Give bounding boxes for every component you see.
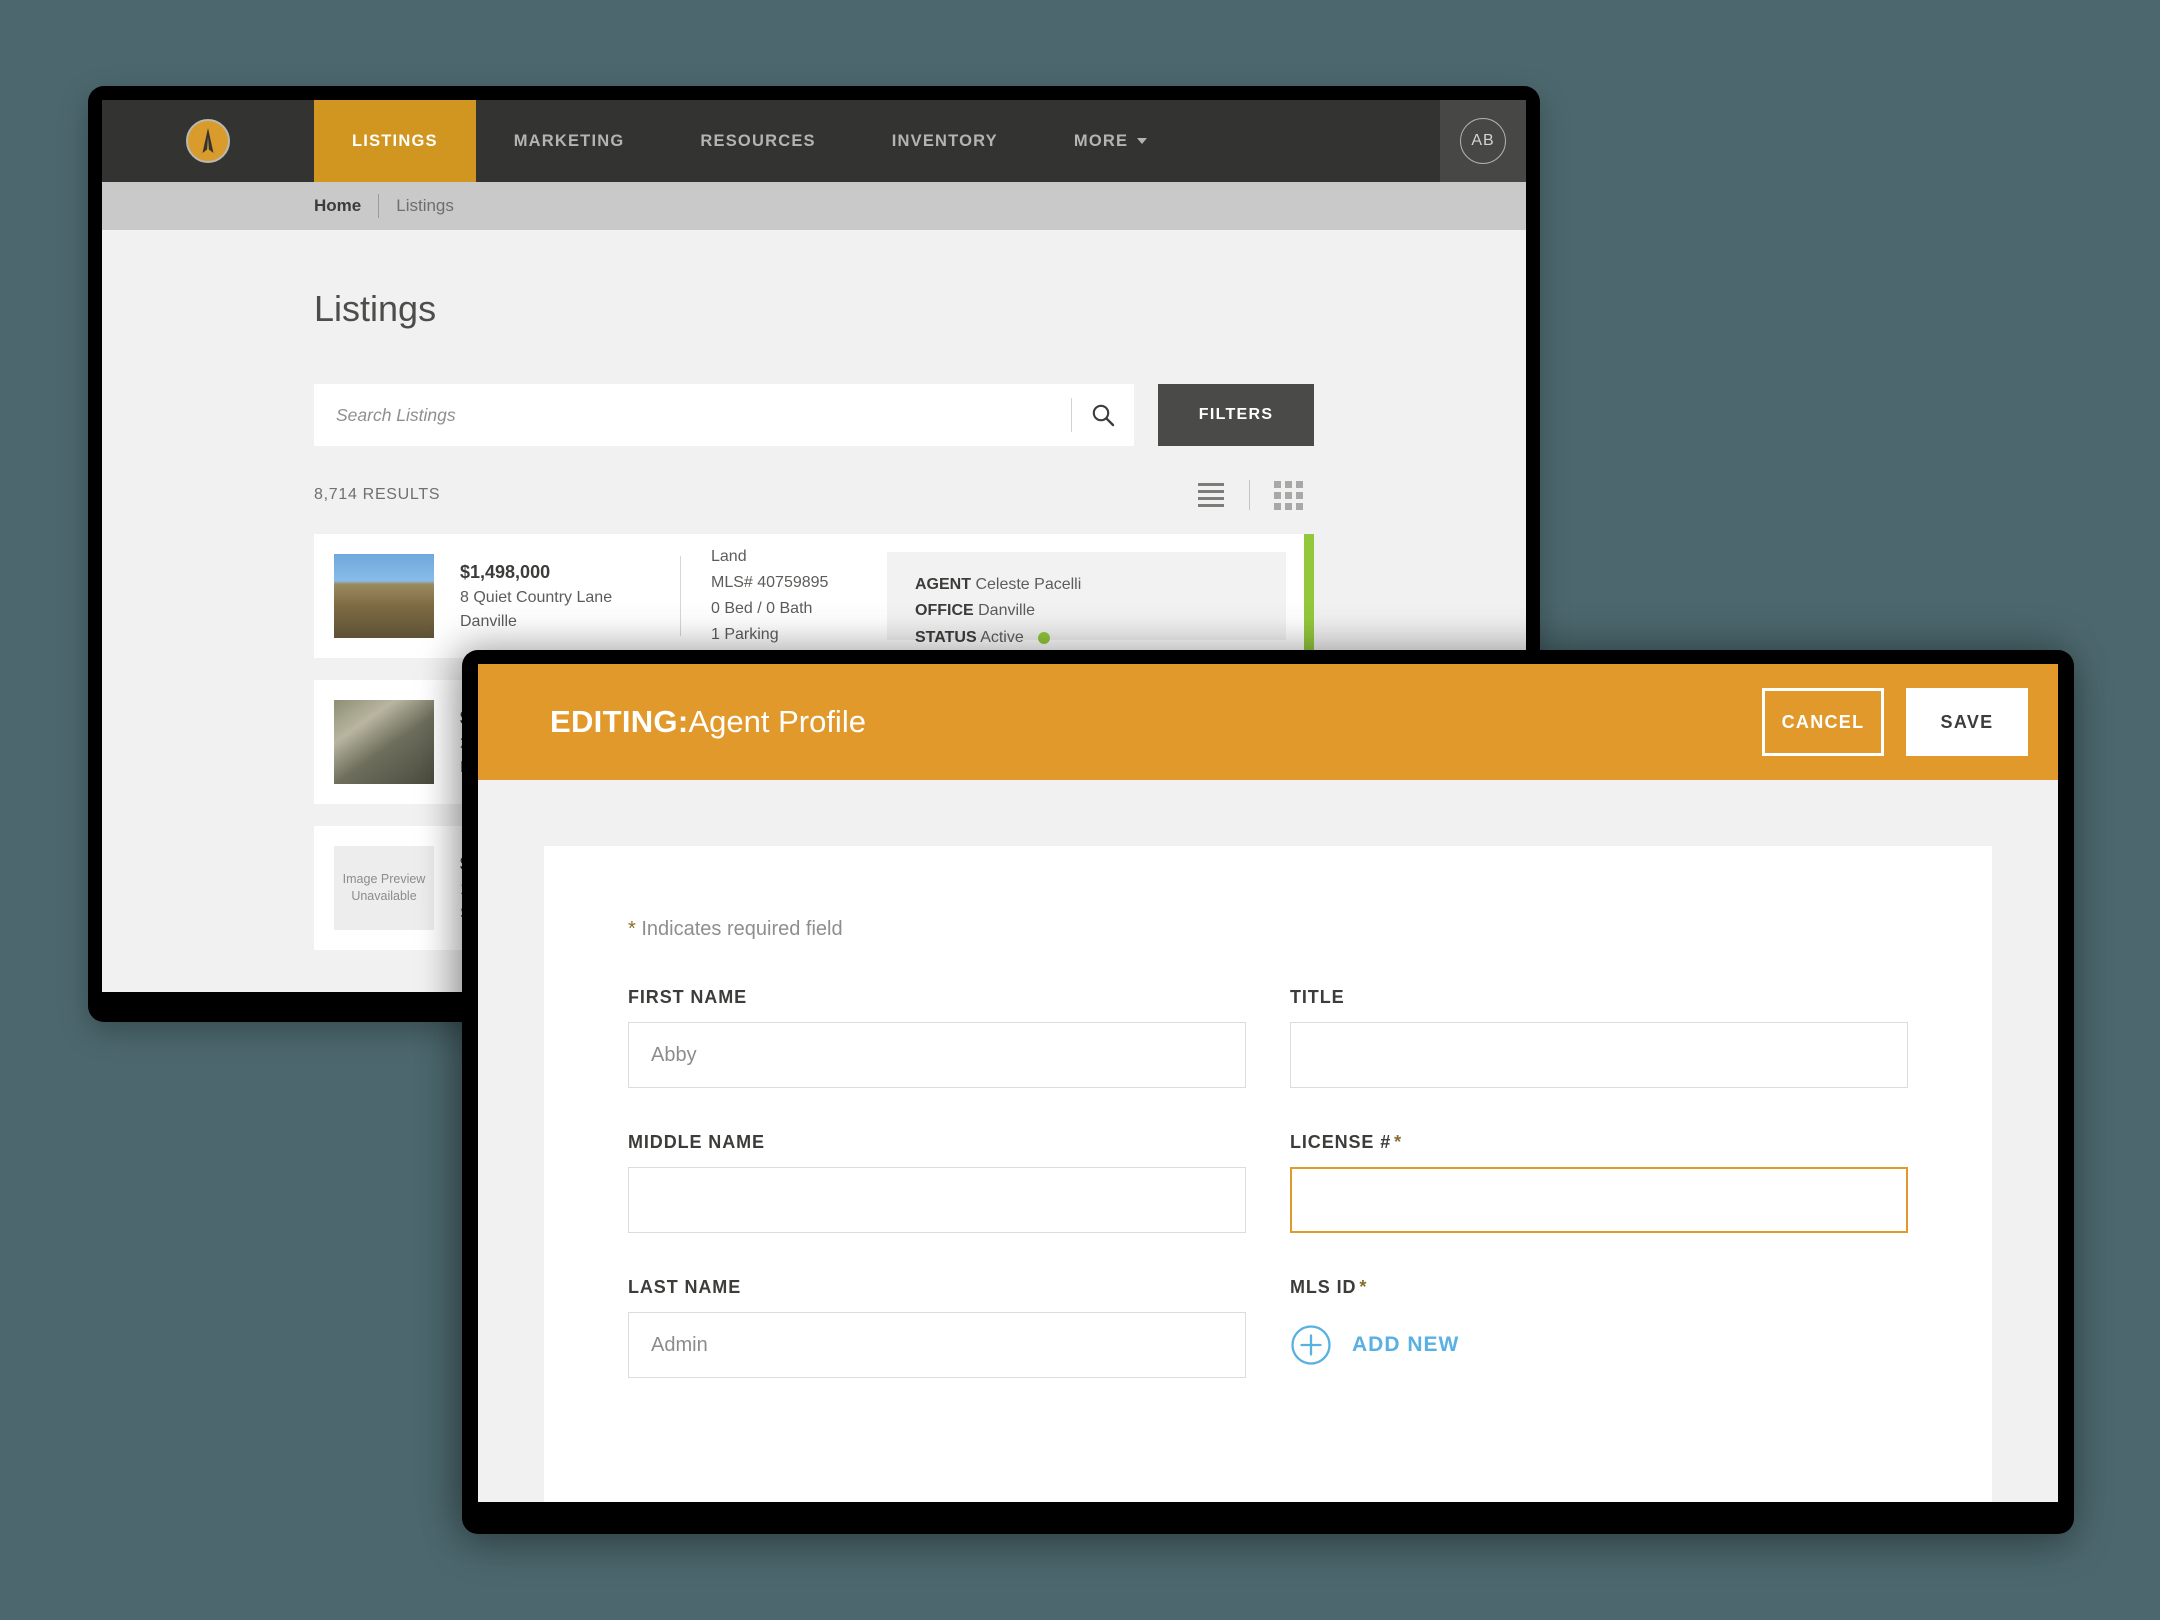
filters-button[interactable]: FILTERS [1158,384,1314,446]
cancel-button[interactable]: CANCEL [1762,688,1884,756]
breadcrumb: Home Listings [102,182,1526,230]
modal-title-prefix: EDITING: [550,704,689,739]
nav-item-resources[interactable]: RESOURCES [662,100,853,182]
account-menu-button[interactable]: AB [1440,100,1526,182]
title-input[interactable] [1290,1022,1908,1088]
listing-type: Land [711,548,747,566]
listing-beds-baths: 0 Bed / 0 Bath [711,600,813,617]
status-value: Active [980,628,1024,646]
listing-thumbnail [334,700,434,784]
nav-item-inventory[interactable]: INVENTORY [854,100,1036,182]
listing-price: $1,498,000 [460,561,551,582]
listing-card[interactable]: $1,498,000 8 Quiet Country Lane Danville… [314,534,1314,658]
field-title: TITLE [1290,987,1908,1088]
field-middle-name: MIDDLE NAME [628,1132,1246,1233]
search-icon [1092,404,1115,427]
modal-actions: CANCEL SAVE [1762,688,2028,756]
listing-summary: $1,498,000 8 Quiet Country Lane Danville [434,562,680,631]
image-placeholder-text: Image Preview Unavailable [342,872,426,903]
add-new-label: ADD NEW [1352,1333,1460,1356]
breadcrumb-separator [378,194,380,218]
browser-window-agent-profile: EDITING:Agent Profile CANCEL SAVE * Indi… [462,650,2074,1534]
field-first-name: FIRST NAME [628,987,1246,1088]
nav-items: LISTINGS MARKETING RESOURCES INVENTORY M… [314,100,1440,182]
search-input[interactable] [314,384,1072,446]
field-license-number: LICENSE # * [1290,1132,1908,1233]
list-view-button[interactable] [1185,479,1237,511]
listing-status-accent-bar [1304,534,1314,658]
listing-address: 8 Quiet Country Lane [460,588,613,606]
grid-view-button[interactable] [1262,479,1314,511]
nav-item-label: MORE [1073,131,1129,150]
modal-header: EDITING:Agent Profile CANCEL SAVE [478,664,2058,780]
form-fields-grid: FIRST NAME TITLE MIDDLE NAME LICENSE #* [628,987,1908,1378]
breadcrumb-home-link[interactable]: Home [314,196,361,216]
required-field-note: * Indicates required field [628,918,1908,941]
middle-name-input[interactable] [628,1167,1246,1233]
field-label: TITLE [1290,987,1345,1007]
license-number-input[interactable] [1290,1167,1908,1233]
nav-item-label: LISTINGS [352,131,438,150]
nav-item-label: INVENTORY [891,131,998,150]
plus-circle-icon [1291,1325,1331,1365]
avatar-initials: AB [1471,132,1495,149]
required-asterisk: * [1394,1132,1403,1152]
agent-profile-viewport: EDITING:Agent Profile CANCEL SAVE * Indi… [478,664,2058,1502]
add-new-mls-id-button[interactable]: ADD NEW [1290,1312,1908,1378]
avatar: AB [1460,118,1506,164]
listing-specs: Land MLS# 40759895 0 Bed / 0 Bath 1 Park… [681,544,877,648]
nav-item-label: RESOURCES [700,131,816,150]
modal-title: EDITING:Agent Profile [550,704,866,740]
agent-profile-form: * Indicates required field FIRST NAME TI… [544,846,1992,1502]
office-name: Danville [978,602,1036,620]
logo-container[interactable] [102,100,314,182]
list-view-icon [1198,482,1224,508]
results-row: 8,714 RESULTS [314,478,1314,512]
breadcrumb-current: Listings [396,196,454,215]
modal-title-subject: Agent Profile [688,704,866,739]
required-asterisk: * [1359,1277,1368,1297]
field-label: MLS ID * [1290,1277,1908,1298]
view-toggles [1185,479,1314,511]
search-submit-button[interactable] [1072,384,1134,446]
nav-item-listings[interactable]: LISTINGS [314,100,476,182]
required-note-text: Indicates required field [641,918,843,940]
first-name-input[interactable] [628,1022,1246,1088]
search-row: FILTERS [314,384,1314,446]
office-label: OFFICE [915,602,974,620]
page-title: Listings [314,288,437,329]
modal-body: * Indicates required field FIRST NAME TI… [478,780,2058,1502]
field-label: LAST NAME [628,1277,742,1297]
status-badge [1038,631,1051,644]
listing-agent-box: AGENT Celeste Pacelli OFFICE Danville ST… [887,552,1286,646]
top-navigation-bar: LISTINGS MARKETING RESOURCES INVENTORY M… [102,100,1526,182]
grid-view-icon [1273,480,1303,510]
view-toggle-separator [1249,480,1250,510]
nav-item-label: MARKETING [513,131,625,150]
field-label-text: LICENSE # [1290,1132,1392,1152]
chevron-down-icon [1137,138,1148,144]
brand-logo-icon [186,119,230,163]
field-mls-id: MLS ID * ADD NEW [1290,1277,1908,1378]
listing-city: Danville [460,612,517,630]
required-asterisk: * [628,918,636,940]
results-count: 8,714 RESULTS [314,486,441,503]
nav-item-marketing[interactable]: MARKETING [476,100,663,182]
listing-mls: MLS# 40759895 [711,574,829,592]
field-label-text: MLS ID [1290,1277,1357,1297]
field-last-name: LAST NAME [628,1277,1246,1378]
search-box [314,384,1135,446]
last-name-input[interactable] [628,1312,1246,1378]
listing-parking: 1 Parking [711,625,779,643]
save-button[interactable]: SAVE [1906,688,2028,756]
field-label: LICENSE # * [1290,1132,1908,1153]
agent-label: AGENT [915,576,971,593]
listing-thumbnail-placeholder: Image Preview Unavailable [334,846,434,930]
status-label: STATUS [915,628,977,646]
nav-item-more[interactable]: MORE [1036,100,1185,182]
listing-thumbnail [334,554,434,638]
field-label: MIDDLE NAME [628,1132,765,1152]
field-label: FIRST NAME [628,987,747,1007]
agent-name: Celeste Pacelli [975,576,1082,593]
